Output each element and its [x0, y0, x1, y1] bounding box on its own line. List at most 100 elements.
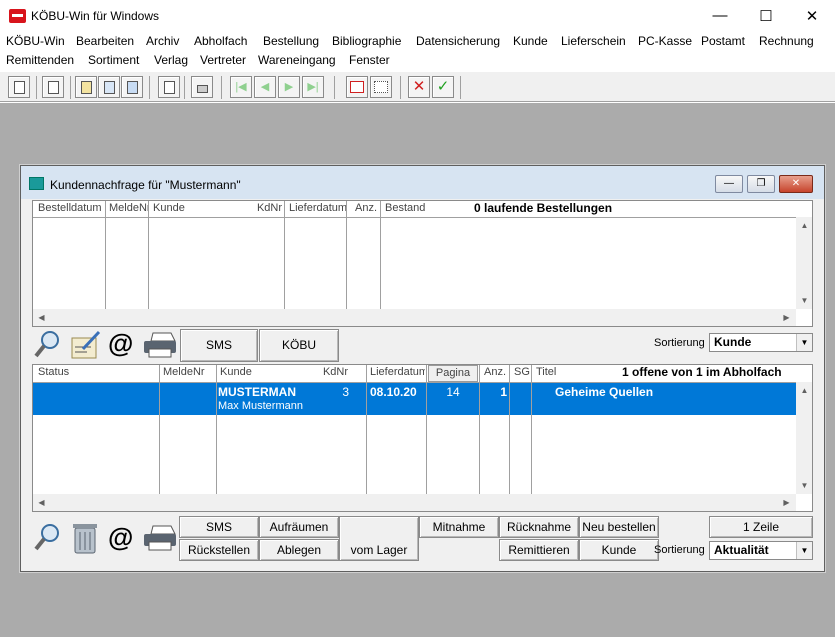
sms-bottom-button[interactable]: SMS: [179, 516, 259, 538]
col-kdnr[interactable]: KdNr: [303, 365, 351, 381]
col-sg[interactable]: SG: [511, 365, 533, 381]
menu-pc-kasse[interactable]: PC-Kasse: [638, 34, 692, 48]
cell-titel: Geheime Quellen: [555, 385, 654, 399]
col-anz[interactable]: Anz.: [348, 201, 380, 217]
printer-icon[interactable]: [141, 329, 179, 361]
edit-button[interactable]: [75, 76, 97, 98]
chevron-down-icon[interactable]: ▼: [796, 334, 812, 351]
bottom-sort-select[interactable]: Aktualität ▼: [709, 541, 813, 560]
pickup-hscroll[interactable]: [33, 494, 796, 511]
edit-note-icon[interactable]: [69, 329, 103, 361]
chevron-down-icon[interactable]: ▼: [796, 542, 812, 559]
pickup-summary: 1 offene von 1 im Abholfach: [622, 365, 782, 379]
scroll-left-icon[interactable]: ◀: [34, 310, 49, 325]
menu-lieferschein[interactable]: Lieferschein: [561, 34, 626, 48]
menu-archiv[interactable]: Archiv: [146, 34, 179, 48]
col-meldenr[interactable]: MeldeNr: [106, 201, 148, 217]
aufraeumen-button[interactable]: Aufräumen: [259, 516, 339, 538]
menu-fenster[interactable]: Fenster: [349, 53, 390, 67]
list-button[interactable]: [42, 76, 64, 98]
cancel-icon[interactable]: ✕: [408, 76, 430, 98]
menu-vertreter[interactable]: Vertreter: [200, 53, 246, 67]
menu-bestellung[interactable]: Bestellung: [263, 34, 319, 48]
menu-remittenden[interactable]: Remittenden: [6, 53, 74, 67]
scroll-up-icon[interactable]: ▲: [797, 383, 812, 398]
frame-button[interactable]: [346, 76, 368, 98]
scroll-up-icon[interactable]: ▲: [797, 218, 812, 233]
neu-bestellen-button[interactable]: Neu bestellen: [579, 516, 659, 538]
nav-prev-button[interactable]: ◀: [254, 76, 276, 98]
menu-wareneingang[interactable]: Wareneingang: [258, 53, 336, 67]
col-bestand[interactable]: Bestand: [382, 201, 442, 217]
orders-grid[interactable]: Bestelldatum MeldeNr Kunde KdNr Lieferda…: [32, 200, 813, 327]
eine-zeile-button[interactable]: 1 Zeile: [709, 516, 813, 538]
col-kunde[interactable]: Kunde: [217, 365, 277, 381]
minimize-button[interactable]: —: [697, 0, 743, 31]
bottom-sort-label: Sortierung: [654, 544, 705, 556]
col-pagina[interactable]: Pagina: [428, 365, 478, 382]
scroll-right-icon[interactable]: ▶: [779, 495, 794, 510]
kunde-button[interactable]: Kunde: [579, 539, 659, 561]
col-meldenr[interactable]: MeldeNr: [160, 365, 215, 381]
rueckstellen-button[interactable]: Rückstellen: [179, 539, 259, 561]
col-bestelldatum[interactable]: Bestelldatum: [35, 201, 105, 217]
menu-rechnung[interactable]: Rechnung: [759, 34, 814, 48]
menu-kunde[interactable]: Kunde: [513, 34, 548, 48]
ruecknahme-button[interactable]: Rücknahme: [499, 516, 579, 538]
menu-bibliographie[interactable]: Bibliographie: [332, 34, 401, 48]
scroll-down-icon[interactable]: ▼: [797, 478, 812, 493]
ablegen-button[interactable]: Ablegen: [259, 539, 339, 561]
menu-koebu[interactable]: KÖBU-Win: [6, 34, 65, 48]
col-lieferdatum[interactable]: Lieferdatum: [286, 201, 346, 217]
write-button[interactable]: [98, 76, 120, 98]
trash-icon[interactable]: [71, 521, 99, 555]
search-icon[interactable]: [34, 329, 62, 361]
menu-sortiment[interactable]: Sortiment: [88, 53, 139, 67]
sms-button[interactable]: SMS: [180, 329, 258, 362]
col-lieferdatum[interactable]: Lieferdatum: [367, 365, 425, 381]
menu-postamt[interactable]: Postamt: [701, 34, 745, 48]
new-document-button[interactable]: [8, 76, 30, 98]
email-icon[interactable]: @: [108, 328, 133, 359]
menu-datensicherung[interactable]: Datensicherung: [416, 34, 500, 48]
scroll-right-icon[interactable]: ▶: [779, 310, 794, 325]
child-minimize-button[interactable]: —: [715, 175, 743, 193]
orders-hscroll[interactable]: [33, 309, 796, 326]
print-button[interactable]: [191, 76, 213, 98]
child-close-button[interactable]: ✕: [779, 175, 813, 193]
printer-icon[interactable]: [141, 522, 179, 554]
col-titel[interactable]: Titel: [533, 365, 573, 381]
orders-sort-select[interactable]: Kunde ▼: [709, 333, 813, 352]
remittieren-button[interactable]: Remittieren: [499, 539, 579, 561]
toolbar: |◀ ◀ ▶ ▶| ✕ ✓: [0, 71, 835, 102]
child-restore-button[interactable]: ❐: [747, 175, 775, 193]
scroll-left-icon[interactable]: ◀: [34, 495, 49, 510]
nav-last-button[interactable]: ▶|: [302, 76, 324, 98]
close-button[interactable]: ✕: [789, 0, 835, 31]
menu-abholfach[interactable]: Abholfach: [194, 34, 247, 48]
nav-next-button[interactable]: ▶: [278, 76, 300, 98]
grid-button[interactable]: [370, 76, 392, 98]
ok-icon[interactable]: ✓: [432, 76, 454, 98]
orders-sort-value: Kunde: [714, 335, 752, 349]
col-anz[interactable]: Anz.: [479, 365, 509, 381]
col-kunde[interactable]: Kunde: [150, 201, 230, 217]
import-button[interactable]: [121, 76, 143, 98]
nav-first-button[interactable]: |◀: [230, 76, 252, 98]
mitnahme-button[interactable]: Mitnahme: [419, 516, 499, 538]
col-kdnr[interactable]: KdNr: [233, 201, 285, 217]
search-icon[interactable]: [34, 522, 62, 554]
maximize-button[interactable]: ☐: [743, 0, 789, 31]
menu-verlag[interactable]: Verlag: [154, 53, 188, 67]
email-icon[interactable]: @: [108, 522, 133, 553]
app-icon: [9, 9, 26, 23]
copy-button[interactable]: [158, 76, 180, 98]
menu-bearbeiten[interactable]: Bearbeiten: [76, 34, 134, 48]
koebu-button[interactable]: KÖBU: [259, 329, 339, 362]
scroll-down-icon[interactable]: ▼: [797, 293, 812, 308]
orders-sort-label: Sortierung: [654, 337, 705, 349]
col-status[interactable]: Status: [35, 365, 155, 381]
vom-lager-button[interactable]: vom Lager: [339, 516, 419, 561]
pickup-grid[interactable]: Status MeldeNr Kunde KdNr Lieferdatum Pa…: [32, 364, 813, 512]
table-row[interactable]: MUSTERMAN Max Mustermann 3 08.10.20 14 1…: [33, 383, 796, 415]
